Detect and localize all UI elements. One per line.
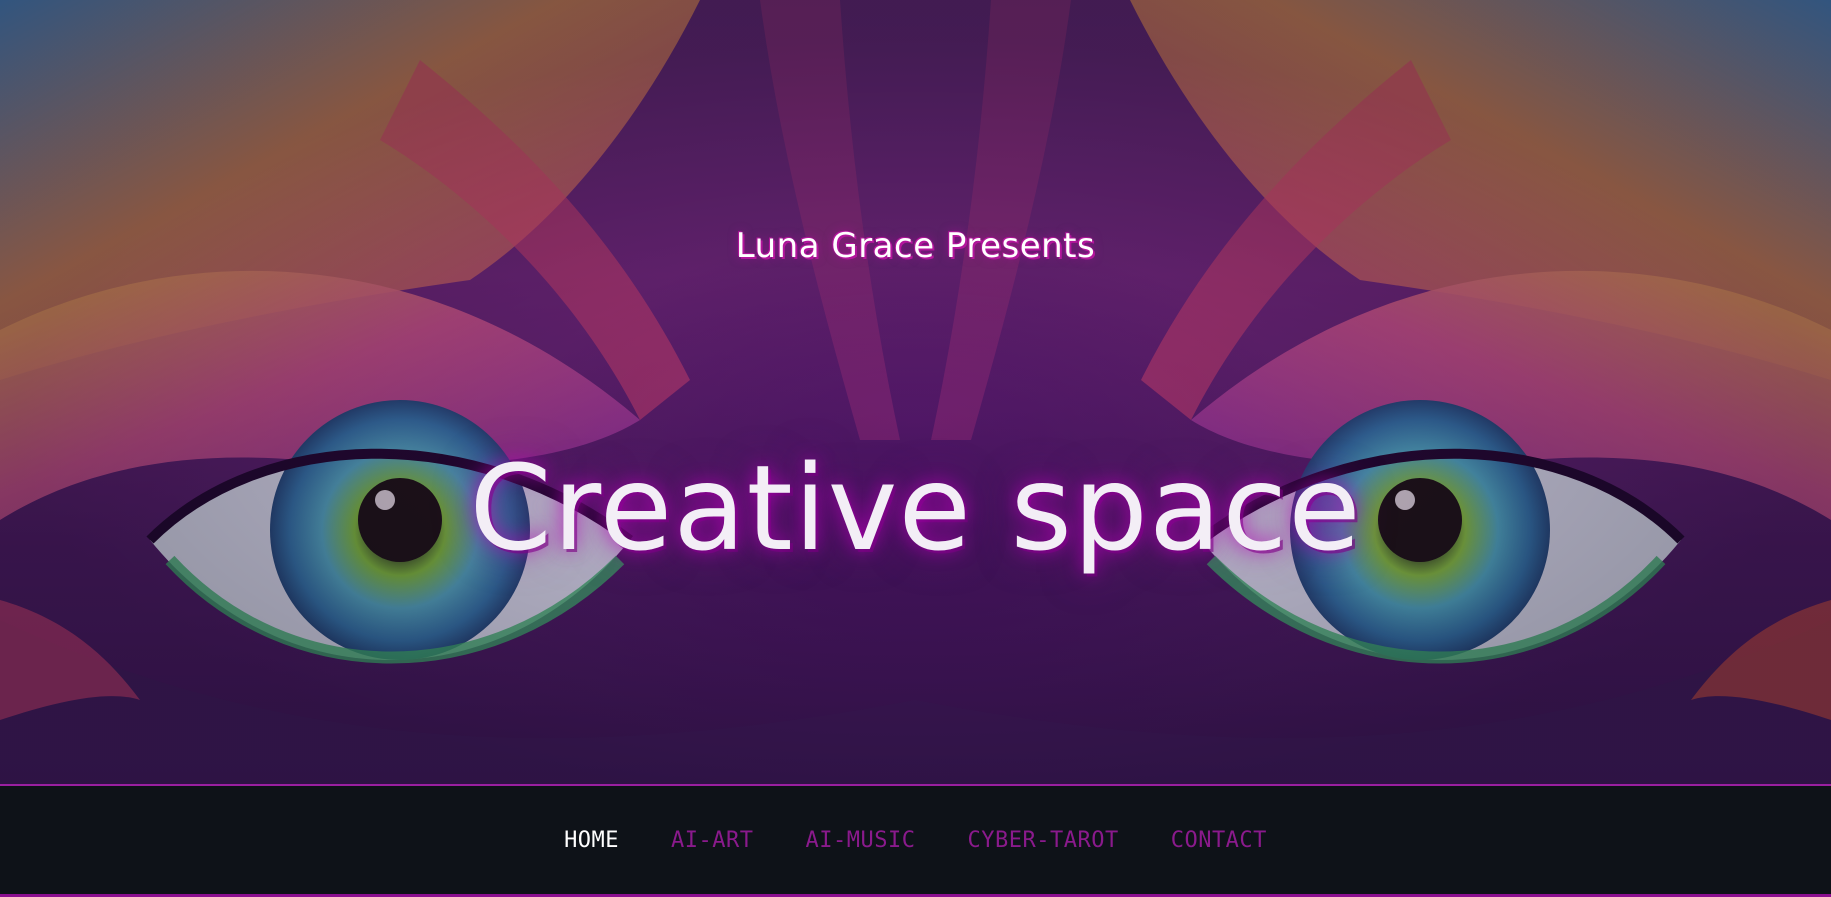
nav-item-ai-art[interactable]: AI-ART <box>671 828 753 853</box>
page: Luna Grace Presents Creative space HOME … <box>0 0 1831 897</box>
hero-presents-text: Luna Grace Presents <box>735 226 1096 266</box>
nav-item-home[interactable]: HOME <box>564 828 619 853</box>
nav-item-contact[interactable]: CONTACT <box>1171 828 1267 853</box>
main-navigation: HOME AI-ART AI-MUSIC CYBER-TAROT CONTACT <box>0 786 1831 897</box>
nav-item-cyber-tarot[interactable]: CYBER-TAROT <box>968 828 1119 853</box>
nav-item-ai-music[interactable]: AI-MUSIC <box>806 828 916 853</box>
hero-background-image <box>0 0 1831 784</box>
hero-banner: Luna Grace Presents Creative space <box>0 0 1831 786</box>
hero-headline: Creative space <box>469 439 1362 578</box>
